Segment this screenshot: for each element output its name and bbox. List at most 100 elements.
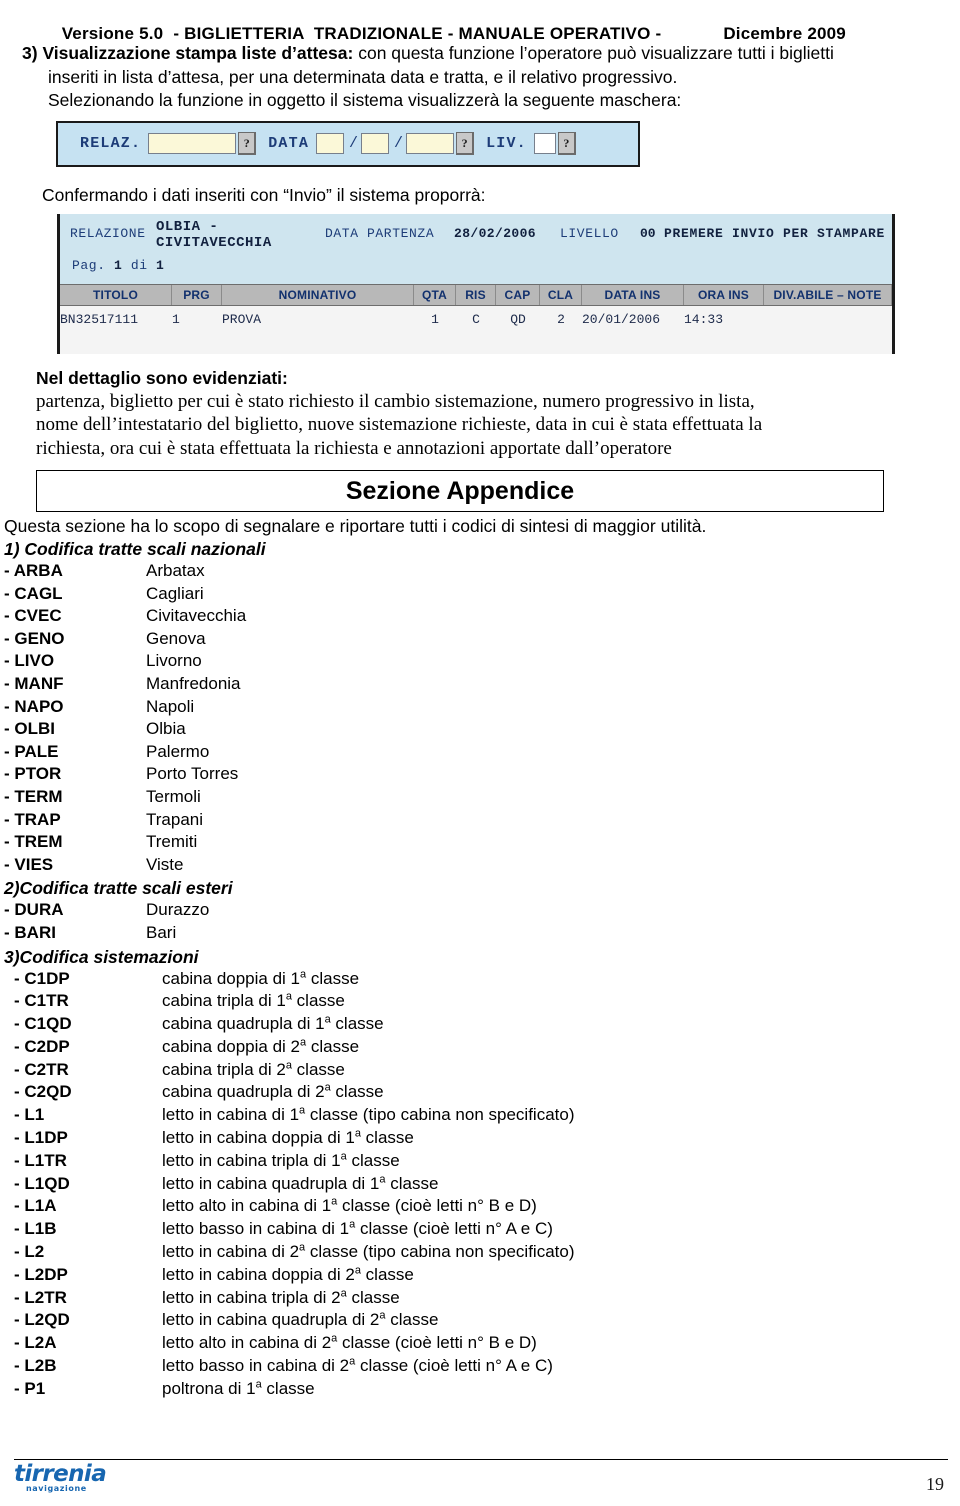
code-list-item-description: Bari — [146, 922, 177, 942]
code-list-sistemazioni: - C1DP cabina doppia di 1a classe - C1TR ca… — [4, 968, 960, 1401]
code-list-item: - L1A letto alto in cabina di 1a classe (… — [4, 1195, 960, 1218]
confirm-line: Confermando i dati inseriti con “Invio” … — [42, 184, 486, 205]
code-list-item: - VIES Viste — [4, 854, 960, 877]
code-list-item-code: - L2 — [14, 1242, 45, 1262]
description-prefix: cabina tripla di 2 — [162, 1059, 286, 1079]
terminal-table-cell: C — [472, 312, 480, 327]
terminal-pag-di: di — [130, 257, 148, 273]
code-list-item-code: - GENO — [4, 628, 65, 648]
mask-data-label: DATA — [268, 135, 310, 152]
description-suffix: classe — [360, 1128, 414, 1148]
code-list-item-code: - L1B — [14, 1219, 57, 1239]
description-suffix: classe — [306, 1036, 360, 1056]
code-list-item-code: - L1TR — [14, 1150, 67, 1170]
code-list-item: - TREM Tremiti — [4, 831, 960, 854]
code-list-item: - TERM Termoli — [4, 786, 960, 809]
description-prefix: letto alto in cabina di 2 — [162, 1333, 332, 1353]
mask-data-month-input[interactable] — [361, 133, 390, 154]
terminal-data-partenza-label: DATA PARTENZA — [325, 225, 435, 241]
description-prefix: letto in cabina di 2 — [162, 1242, 300, 1262]
code-list-item: - L2 letto in cabina di 2a classe (tipo c… — [4, 1241, 960, 1264]
intro-paragraph: 3) Visualizzazione stampa liste d’attesa… — [0, 42, 960, 113]
code-list-item: - L2TR letto in cabina tripla di 2a class… — [4, 1287, 960, 1310]
code-list-item-description: letto in cabina doppia di 1a classe — [162, 1127, 414, 1150]
footer-divider — [14, 1459, 948, 1460]
dettaglio-line-3: richiesta, ora cui è stata effettuata la… — [36, 437, 672, 459]
mask-relaz-help-icon[interactable]: ? — [238, 132, 257, 155]
code-list-item: - PTOR Porto Torres — [4, 763, 960, 786]
mask-data-year-input[interactable] — [406, 133, 455, 154]
code-list-item-description: Genova — [146, 628, 206, 648]
description-prefix: letto in cabina di 1 — [162, 1105, 300, 1125]
description-suffix: classe — [291, 1059, 345, 1079]
code-list-item: - L1DP letto in cabina doppia di 1a class… — [4, 1127, 960, 1150]
terminal-header: RELAZIONE OLBIA - CIVITAVECCHIA DATA PAR… — [60, 213, 892, 284]
description-suffix: classe — [385, 1173, 439, 1193]
mask-data-day-input[interactable] — [316, 133, 345, 154]
code-list-item-code: - CVEC — [4, 606, 62, 626]
code-list-scali-esteri: - DURA Durazzo - BARI Bari — [4, 899, 960, 944]
description-prefix: poltrona di 1 — [162, 1378, 256, 1398]
code-list-item-description: Napoli — [146, 696, 195, 716]
code-list-item-code: - TRAP — [4, 809, 61, 829]
terminal-table-row: BN32517111 1 PROVA 1 C QD 2 20/01/2006 14:33 — [60, 306, 892, 330]
terminal-table-cell: QD — [510, 312, 526, 327]
dettaglio-block: Nel dettaglio sono evidenziati: partenza… — [0, 368, 960, 461]
code-list-item-description: Livorno — [146, 651, 202, 671]
code-list-item-code: - TERM — [4, 786, 63, 806]
intro-term: Visualizzazione stampa liste d’attesa: — [42, 43, 354, 63]
code-list-item: - L2A letto alto in cabina di 2a classe (… — [4, 1332, 960, 1355]
code-list-item-code: - C1DP — [14, 968, 70, 988]
code-list-item-code: - C1QD — [14, 1014, 72, 1034]
code-list-item-description: cabina quadrupla di 1a classe — [162, 1013, 384, 1036]
description-suffix: classe — [261, 1378, 315, 1398]
code-list-item: - C2QD cabina quadrupla di 2a classe — [4, 1081, 960, 1104]
header-version: Versione 5.0 — [61, 24, 164, 43]
mask-relaz-input[interactable] — [148, 133, 237, 154]
terminal-livello-value: 00 — [640, 225, 656, 241]
code-list-item: - C1DP cabina doppia di 1a classe — [4, 968, 960, 991]
mask-liv-label: LIV. — [486, 135, 527, 152]
code-list-item-description: Tremiti — [146, 832, 198, 852]
code-list-item-code: - DURA — [4, 900, 64, 920]
description-suffix: classe — [291, 991, 345, 1011]
code-list-item-description: letto in cabina tripla di 2a classe — [162, 1287, 400, 1310]
description-suffix: classe (cioè letti n° B e D) — [337, 1196, 537, 1216]
terminal-table-cell: 2 — [557, 312, 565, 327]
dettaglio-line-1: partenza, biglietto per cui è stato rich… — [36, 390, 755, 412]
terminal-col-header: DATA INS — [582, 284, 684, 305]
code-list-item-code: - ARBA — [4, 561, 63, 580]
code-list-item: - L1QD letto in cabina quadrupla di 1a cl… — [4, 1173, 960, 1196]
code-list-item: - C1QD cabina quadrupla di 1a classe — [4, 1013, 960, 1036]
header-title-secondary: MANUALE OPERATIVO — [458, 24, 651, 43]
section-title-scali-esteri: 2)Codifica tratte scali esteri — [4, 878, 233, 899]
mask-data-help-icon[interactable]: ? — [456, 132, 475, 155]
terminal-table-cell: 1 — [431, 312, 439, 327]
intro-line-2: inseriti in lista d’attesa, per una dete… — [48, 66, 678, 87]
code-list-item: - DURA Durazzo — [4, 899, 960, 922]
code-list-item-description: Arbatax — [146, 561, 205, 580]
code-list-item-code: - L1 — [14, 1105, 45, 1125]
code-list-item-code: - C2TR — [14, 1059, 69, 1079]
code-list-item: - L1B letto basso in cabina di 1a classe … — [4, 1218, 960, 1241]
code-list-item-description: cabina doppia di 1a classe — [162, 968, 359, 991]
description-prefix: letto in cabina doppia di 2 — [162, 1264, 355, 1284]
description-prefix: letto in cabina tripla di 2 — [162, 1287, 341, 1307]
mask-liv-input[interactable] — [533, 133, 556, 154]
code-list-item-description: letto in cabina doppia di 2a classe — [162, 1264, 414, 1287]
description-suffix: classe (cioè letti n° A e C) — [355, 1356, 553, 1376]
code-list-item-description: Olbia — [146, 719, 186, 739]
description-prefix: cabina doppia di 2 — [162, 1036, 301, 1056]
section-title-scali-nazionali: 1) Codifica tratte scali nazionali — [4, 539, 266, 559]
terminal-data-partenza-value: 28/02/2006 — [454, 225, 537, 241]
code-list-item-description: Manfredonia — [146, 673, 241, 693]
terminal-table-cell: 1 — [172, 312, 180, 327]
code-list-item: - L2B letto basso in cabina di 2a classe … — [4, 1355, 960, 1378]
appendice-title: Sezione Appendice — [345, 476, 575, 505]
terminal-table-body: BN32517111 1 PROVA 1 C QD 2 20/01/2006 14:33 — [60, 305, 892, 354]
mask-relaz-label: RELAZ. — [80, 135, 142, 152]
appendice-intro: Questa sezione ha lo scopo di segnalare … — [4, 516, 707, 536]
mask-liv-help-icon[interactable]: ? — [557, 132, 576, 155]
description-suffix: classe (cioè letti n° B e D) — [337, 1333, 537, 1353]
description-suffix: classe (cioè letti n° A e C) — [355, 1219, 553, 1239]
